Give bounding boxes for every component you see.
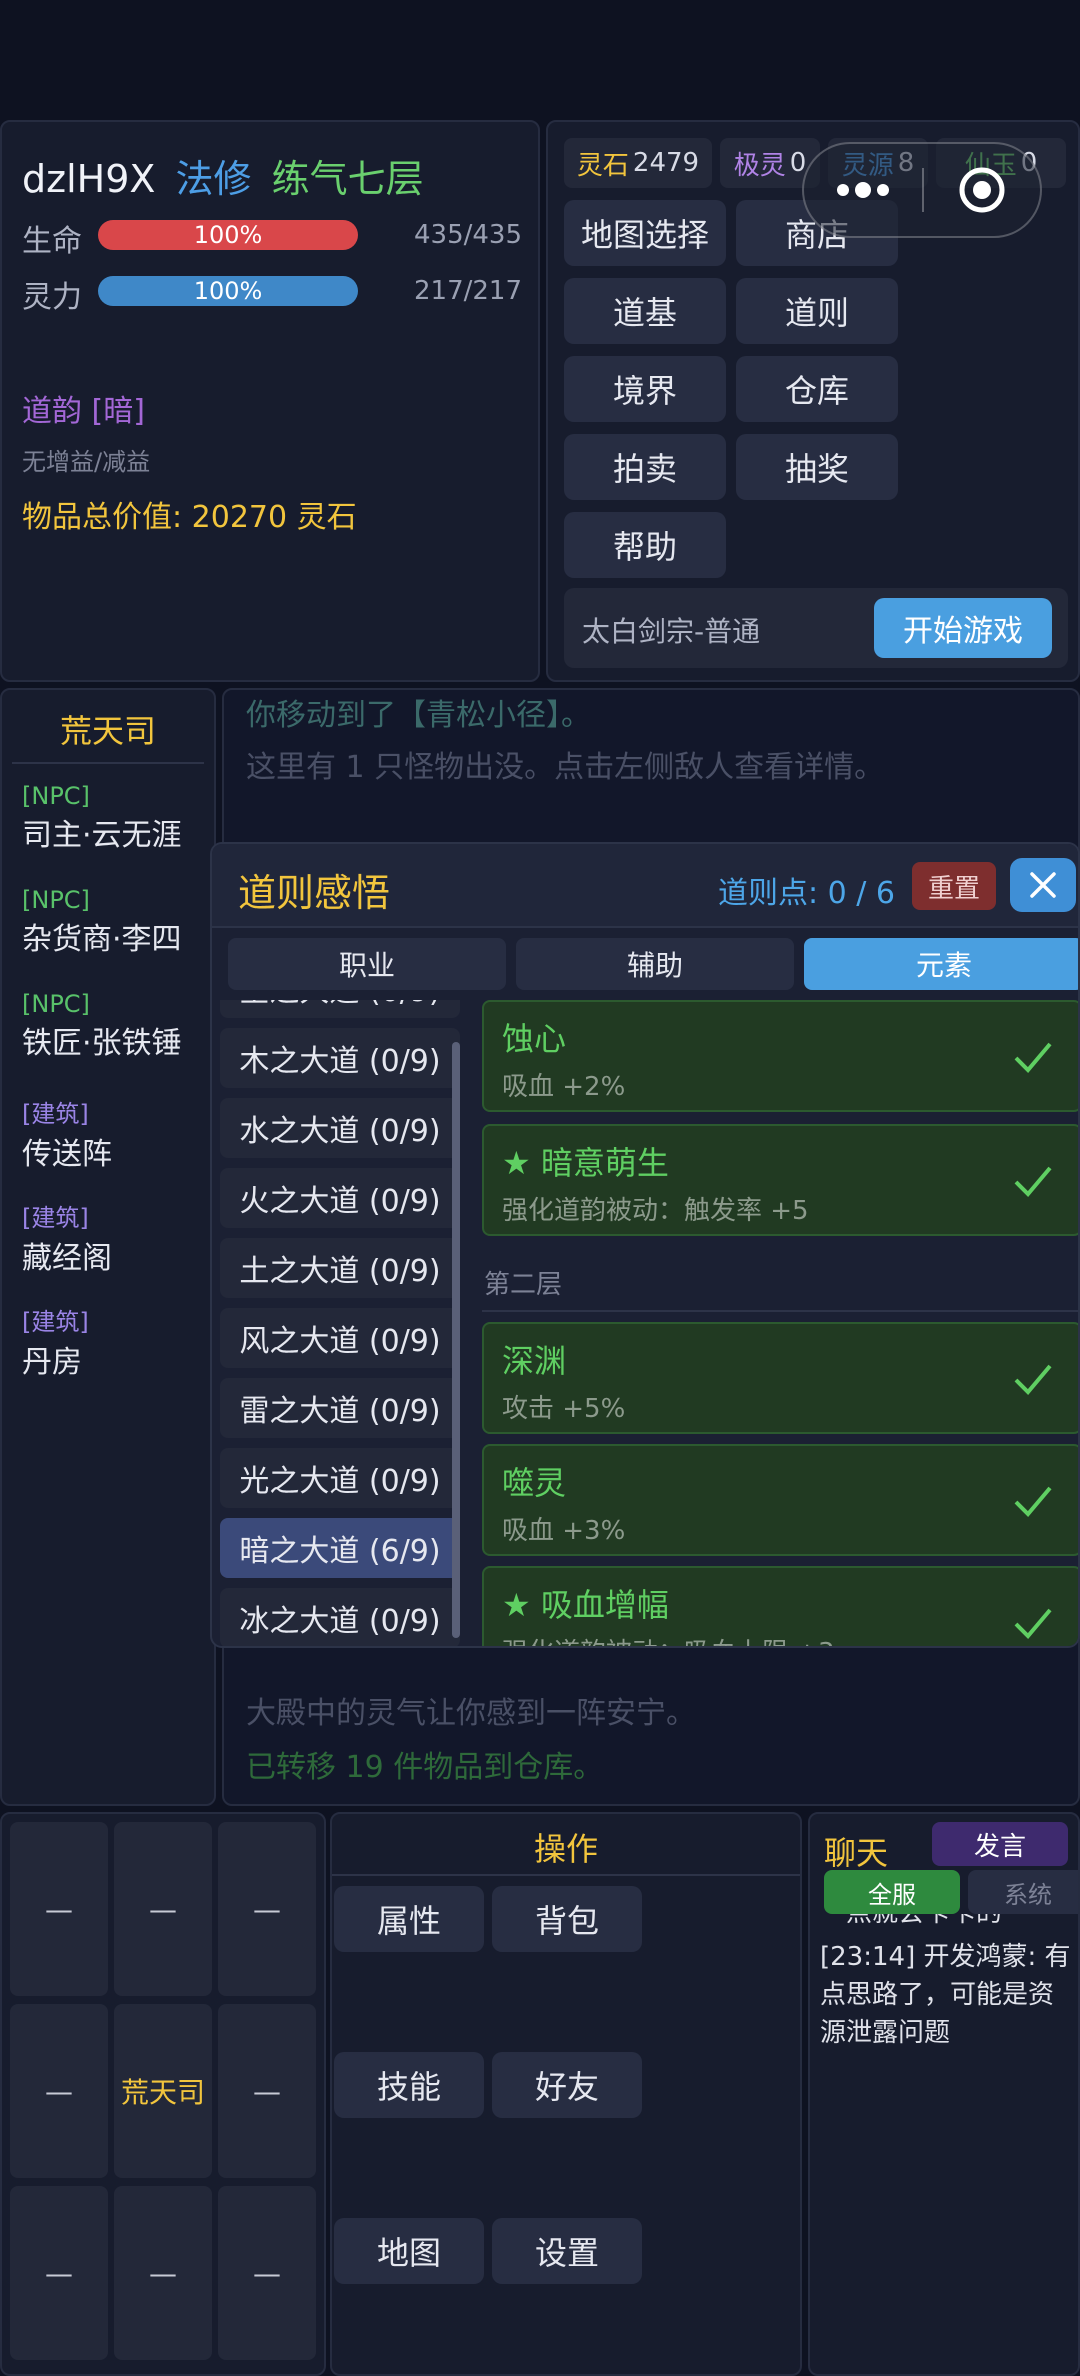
location-divider bbox=[12, 762, 204, 764]
map-cell[interactable]: — bbox=[10, 1822, 108, 1996]
player-panel: dzlH9X 法修 练气七层 生命 100% 435/435 灵力 100% 2… bbox=[0, 120, 540, 682]
hp-bar: 100% bbox=[98, 220, 358, 250]
talent-card[interactable]: ★ 暗意萌生 强化道韵被动：触发率 +5 bbox=[482, 1124, 1078, 1236]
chat-message: 一点就会卡卡的 bbox=[820, 1914, 1002, 1932]
layer-divider bbox=[482, 1310, 1078, 1312]
skills-button[interactable]: 技能 bbox=[334, 2052, 484, 2118]
auction-button[interactable]: 拍卖 bbox=[564, 434, 726, 500]
settings-button[interactable]: 设置 bbox=[492, 2218, 642, 2284]
chat-message: [23:14] 开发鸿蒙: 有点思路了，可能是资源泄露问题 bbox=[820, 1942, 1071, 2048]
mp-bar: 100% bbox=[98, 276, 358, 306]
attributes-button[interactable]: 属性 bbox=[334, 1886, 484, 1952]
map-cell[interactable]: — bbox=[114, 1822, 212, 1996]
hp-percent: 100% bbox=[193, 221, 263, 249]
talent-card[interactable]: 深渊 攻击 +5% bbox=[482, 1322, 1078, 1434]
talent-card[interactable]: 蚀心 吸血 +2% bbox=[482, 1000, 1078, 1112]
entity-item[interactable]: [NPC] 铁匠·张铁锤 bbox=[22, 990, 182, 1062]
actions-panel: 操作 属性 背包 技能 好友 地图 设置 bbox=[330, 1812, 802, 2376]
talent-card[interactable]: 噬灵 吸血 +3% bbox=[482, 1444, 1078, 1556]
start-game-button[interactable]: 开始游戏 bbox=[874, 598, 1052, 658]
talent-area: 蚀心 吸血 +2% ★ 暗意萌生 强化道韵被动：触发率 +5 第二层 深渊 攻击… bbox=[212, 844, 1078, 1646]
miniprogram-capsule bbox=[802, 142, 1042, 238]
entity-item[interactable]: [NPC] 杂货商·李四 bbox=[22, 886, 182, 958]
chat-tab-system[interactable]: 系统 bbox=[968, 1870, 1078, 1914]
mp-percent: 100% bbox=[193, 277, 263, 305]
lottery-button[interactable]: 抽奖 bbox=[736, 434, 898, 500]
chat-panel: 聊天 发言 全服 系统 一点就会卡卡的 [23:14] 开发鸿蒙: 有点思路了，… bbox=[808, 1812, 1080, 2376]
map-cell-current[interactable]: 荒天司 bbox=[114, 2004, 212, 2178]
log-line: 你移动到了【青松小径】。 bbox=[246, 698, 591, 733]
actions-title: 操作 bbox=[533, 1830, 598, 1868]
talent-card[interactable]: ★ 吸血增幅 强化道韵被动：吸血上限 +3 bbox=[482, 1566, 1078, 1646]
sect-mode-label: 太白剑宗-普通 bbox=[582, 615, 761, 648]
currency-lingshi: 灵石 2479 bbox=[564, 138, 712, 188]
chat-messages[interactable]: 一点就会卡卡的 [23:14] 开发鸿蒙: 有点思路了，可能是资源泄露问题 bbox=[820, 1914, 1078, 2374]
location-panel: 荒天司 [NPC] 司主·云无涯 [NPC] 杂货商·李四 [NPC] 铁匠·张… bbox=[0, 688, 216, 1806]
speak-button[interactable]: 发言 bbox=[932, 1822, 1068, 1866]
log-line: 已转移 19 件物品到仓库。 bbox=[246, 1750, 604, 1785]
bag-button[interactable]: 背包 bbox=[492, 1886, 642, 1952]
total-item-value: 物品总价值: 20270 灵石 bbox=[22, 500, 357, 535]
sect-bar: 太白剑宗-普通 开始游戏 bbox=[564, 588, 1068, 668]
map-button[interactable]: 地图 bbox=[334, 2218, 484, 2284]
check-icon bbox=[1014, 1166, 1052, 1197]
log-line: 这里有 1 只怪物出没。点击左侧敌人查看详情。 bbox=[246, 750, 885, 785]
chat-title: 聊天 bbox=[824, 1834, 889, 1872]
check-icon bbox=[1014, 1486, 1052, 1517]
map-cell[interactable]: — bbox=[218, 1822, 316, 1996]
entity-item[interactable]: [NPC] 司主·云无涯 bbox=[22, 782, 182, 854]
layer-heading: 第二层 bbox=[484, 1270, 563, 1300]
more-icon[interactable] bbox=[804, 144, 922, 236]
map-select-button[interactable]: 地图选择 bbox=[564, 200, 726, 266]
hp-label: 生命 bbox=[22, 224, 82, 259]
map-cell[interactable]: — bbox=[114, 2186, 212, 2360]
map-cell[interactable]: — bbox=[10, 2004, 108, 2178]
actions-divider bbox=[332, 1874, 800, 1876]
daoji-button[interactable]: 道基 bbox=[564, 278, 726, 344]
realm-button[interactable]: 境界 bbox=[564, 356, 726, 422]
warehouse-button[interactable]: 仓库 bbox=[736, 356, 898, 422]
minimap-panel: — — — — 荒天司 — — — — bbox=[0, 1812, 326, 2376]
check-icon bbox=[1014, 1608, 1052, 1639]
check-icon bbox=[1014, 1042, 1052, 1073]
map-cell[interactable]: — bbox=[10, 2186, 108, 2360]
log-line: 大殿中的灵气让你感到一阵安宁。 bbox=[246, 1696, 696, 1731]
location-title: 荒天司 bbox=[59, 712, 156, 750]
player-class: 法修 bbox=[175, 157, 252, 201]
chat-tab-all[interactable]: 全服 bbox=[824, 1870, 960, 1914]
daoyun-label[interactable]: 道韵 [暗] bbox=[22, 386, 145, 430]
mp-value: 217/217 bbox=[413, 276, 522, 306]
friends-button[interactable]: 好友 bbox=[492, 2052, 642, 2118]
buff-status: 无增益/减益 bbox=[22, 448, 151, 476]
hp-value: 435/435 bbox=[413, 220, 522, 250]
player-name: dzlH9X bbox=[22, 157, 156, 201]
dao-dialog: 道则感悟 道则点: 0 / 6 重置 职业 辅助 元素 金之大道 (0/9) 木… bbox=[210, 842, 1080, 1648]
mp-label: 灵力 bbox=[22, 280, 82, 315]
check-icon bbox=[1014, 1364, 1052, 1395]
entity-item[interactable]: [建筑] 丹房 bbox=[22, 1302, 89, 1381]
player-realm: 练气七层 bbox=[271, 157, 424, 201]
entity-item[interactable]: [建筑] 藏经阁 bbox=[22, 1198, 112, 1277]
entity-item[interactable]: [建筑] 传送阵 bbox=[22, 1094, 112, 1173]
map-cell[interactable]: — bbox=[218, 2186, 316, 2360]
map-cell[interactable]: — bbox=[218, 2004, 316, 2178]
daoze-button[interactable]: 道则 bbox=[736, 278, 898, 344]
help-button[interactable]: 帮助 bbox=[564, 512, 726, 578]
close-target-icon[interactable] bbox=[924, 144, 1040, 236]
